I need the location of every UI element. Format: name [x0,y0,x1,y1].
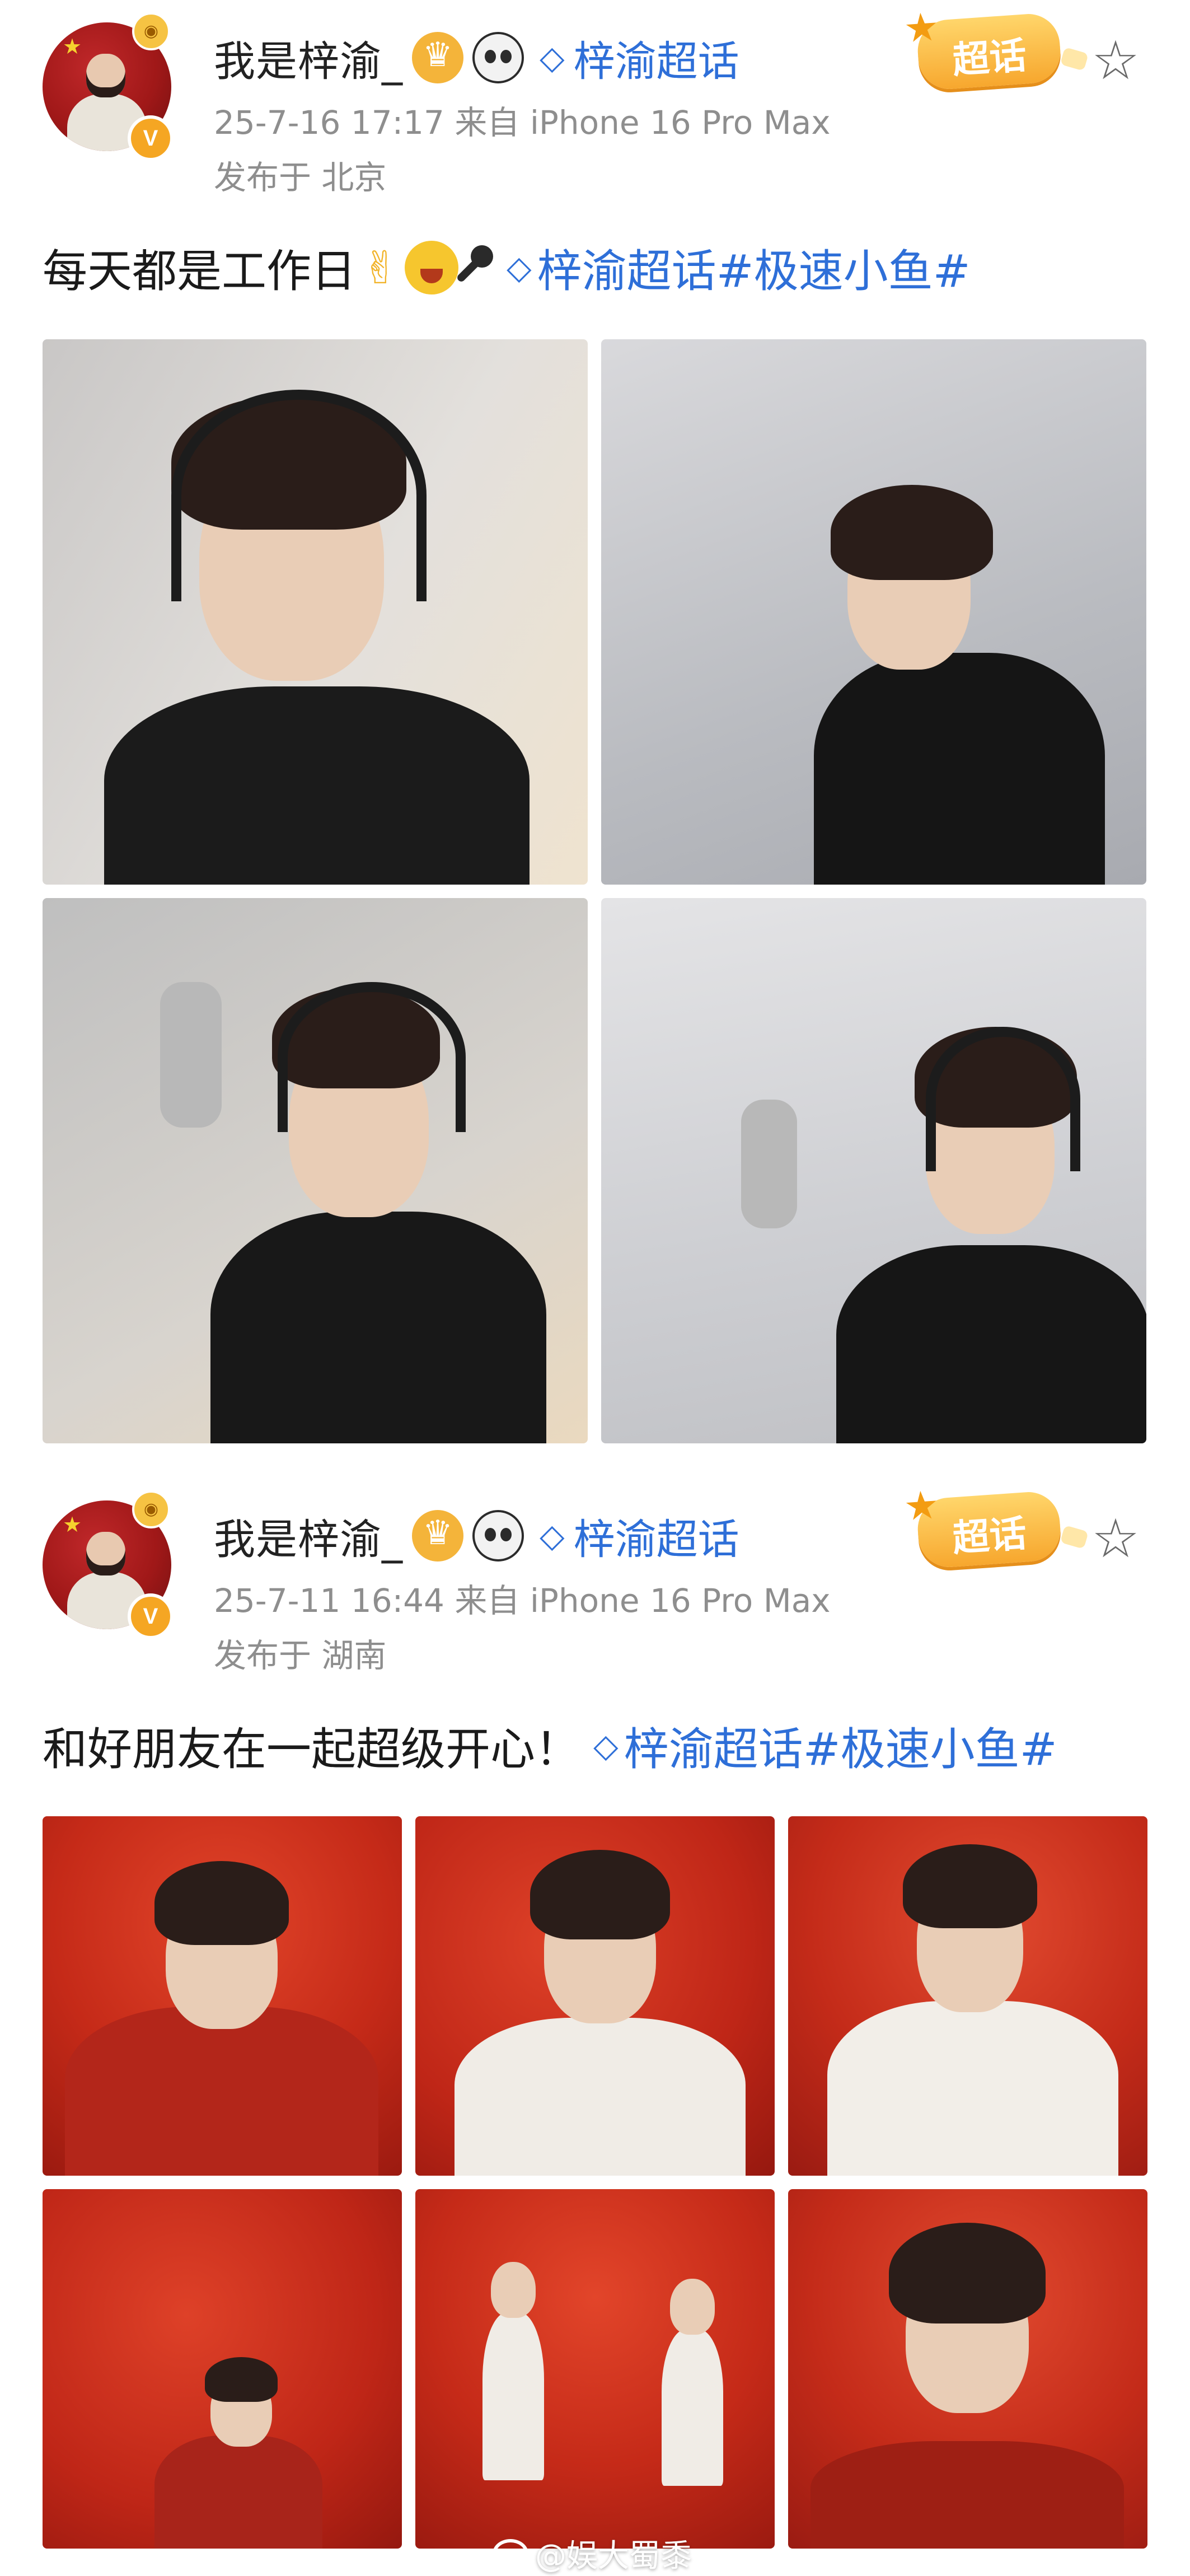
post-text-main: 和好朋友在一起超级开心！ [43,1723,580,1775]
topic-link[interactable]: 梓渝超话#极速小鱼# [537,235,971,300]
figure-shirt [455,2018,746,2176]
figure-shirt [814,653,1105,885]
sticker-label: 超话 [951,34,1028,82]
verified-icon: V [128,1593,174,1639]
photo-studio-seated-side[interactable] [601,339,1146,885]
favorite-star-icon[interactable]: ☆ [1091,34,1140,87]
microphone-emoji-icon [471,245,494,268]
photo-studio-headphones-closeup[interactable] [43,339,588,885]
photo-red-jacket[interactable] [43,1816,402,2176]
weibo-post-1: ★ ◉ V 我是梓渝_ ◇ 梓渝超话 25-7-16 17:17 来自 iPho… [0,0,1190,1467]
supertopic-sticker[interactable]: ★ 超话 [902,1481,1089,1569]
photo-red-tank-top[interactable] [415,1816,775,2176]
username[interactable]: 我是梓渝_ [214,1506,403,1566]
watermark: @娱大蜀黍 [493,2531,692,2576]
photo-studio-mic-headphones[interactable] [43,898,588,1443]
post-text-main: 每天都是工作日 [43,245,356,297]
figure-jacket [65,2007,378,2176]
diamond-icon: ◇ [540,1517,565,1555]
sticker-label: 超话 [951,1512,1028,1560]
figure-hair [205,2357,278,2402]
medal-icon: ◉ [132,12,170,50]
photo-red-balloons[interactable] [43,2189,402,2549]
headphones-icon [171,390,427,601]
star-icon: ★ [63,34,82,59]
photo-red-skateboard[interactable] [415,2189,775,2549]
post-text: 每天都是工作日 ✌ ◇ 梓渝超话#极速小鱼# [43,235,971,300]
supertopic-link[interactable]: 梓渝超话 [574,28,739,88]
post-time-device: 25-7-16 17:17 来自 iPhone 16 Pro Max [214,104,831,142]
avatar-head [86,54,125,97]
name-row: 我是梓渝_ ◇ 梓渝超话 [214,27,739,88]
crown-icon [412,32,463,83]
post-text: 和好朋友在一起超级开心！ ◇ 梓渝超话#极速小鱼# [43,1713,1057,1778]
sticker-tail [1060,46,1089,71]
watermark-text: @娱大蜀黍 [535,2538,692,2574]
victory-emoji-icon: ✌ [362,241,400,294]
figure-shirt [827,2001,1118,2176]
verified-icon: V [128,115,174,161]
figure-hair [530,1850,670,1939]
photo-grid [43,1816,1147,2549]
figure-shirt [836,1245,1146,1443]
weibo-post-2: ★ ◉ V 我是梓渝_ ◇ 梓渝超话 25-7-11 16:44 来自 iPho… [0,1478,1190,2574]
panda-icon [472,1510,524,1562]
name-row: 我是梓渝_ ◇ 梓渝超话 [214,1505,739,1567]
panda-icon [472,32,524,83]
username[interactable]: 我是梓渝_ [214,28,403,88]
diamond-icon: ◇ [593,1727,619,1765]
party-face-emoji-icon [405,241,459,294]
figure-face [670,2279,715,2335]
photo-red-portrait[interactable] [788,1816,1147,2176]
photo-studio-peace-sign[interactable] [601,898,1146,1443]
figure-shirt [662,2329,723,2486]
figure-hair [154,1861,289,1945]
diamond-icon: ◇ [540,39,565,77]
crown-icon [412,1510,463,1562]
microphone-icon [741,1100,797,1228]
photo-grid [43,339,1146,1443]
figure-face [491,2262,536,2318]
figure-hair [831,485,993,580]
post-time-device: 25-7-11 16:44 来自 iPhone 16 Pro Max [214,1582,831,1620]
topic-link[interactable]: 梓渝超话#极速小鱼# [624,1713,1057,1778]
photo-red-hands-hair[interactable] [788,2189,1147,2549]
figure-hair [903,1844,1037,1928]
figure-jacket [810,2441,1124,2549]
diamond-icon: ◇ [507,249,532,287]
headphones-icon [278,982,466,1132]
star-icon: ★ [63,1512,82,1537]
sticker-tail [1060,1525,1089,1549]
figure-shirt [104,686,530,885]
post-location: 发布于 北京 [214,158,387,197]
microphone-icon [160,982,222,1128]
figure-hair [889,2223,1046,2323]
figure-shirt [210,1212,546,1443]
figure-jacket [154,2435,322,2549]
avatar-head [86,1532,125,1575]
favorite-star-icon[interactable]: ☆ [1091,1512,1140,1565]
headphones-icon [926,1027,1080,1171]
medal-icon: ◉ [132,1490,170,1528]
supertopic-link[interactable]: 梓渝超话 [574,1506,739,1566]
figure-shirt [482,2312,544,2480]
supertopic-sticker[interactable]: ★ 超话 [902,3,1089,91]
weibo-logo-icon [493,2538,528,2568]
post-location: 发布于 湖南 [214,1637,387,1675]
